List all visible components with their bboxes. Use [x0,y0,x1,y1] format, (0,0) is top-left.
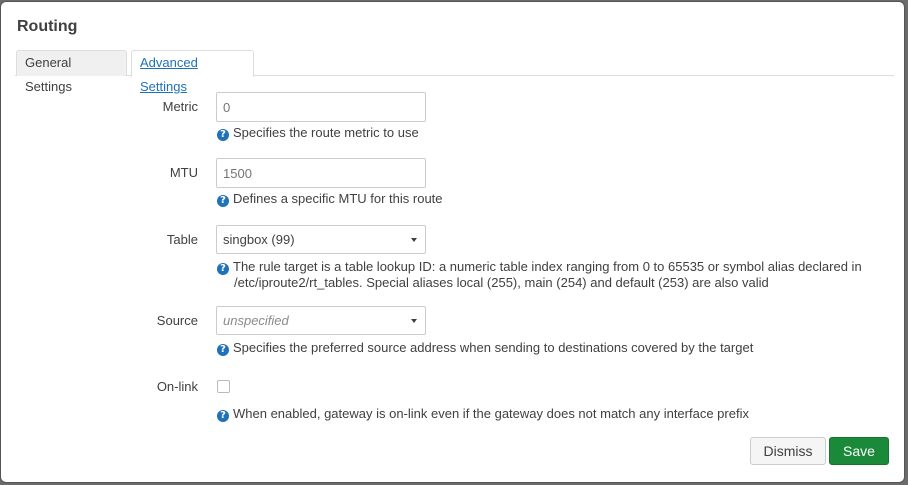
help-icon: ? [217,263,229,275]
mtu-help: ? Defines a specific MTU for this route [217,191,877,207]
mtu-input[interactable] [216,158,426,188]
metric-help: ? Specifies the route metric to use [217,125,877,141]
table-help: ? The rule target is a table lookup ID: a… [217,259,877,291]
metric-label: Metric [162,99,198,114]
table-select-value: singbox (99) [223,232,295,247]
tab-advanced-settings[interactable]: Advanced Settings [131,50,254,94]
tab-bar: General Settings Advanced Settings [15,50,894,94]
table-help-text-line1: The rule target is a table lookup ID: a … [233,259,862,274]
help-icon: ? [217,344,229,356]
source-select[interactable]: unspecified [216,306,426,335]
source-label: Source [156,313,198,328]
table-select[interactable]: singbox (99) [216,225,426,254]
onlink-help-text: When enabled, gateway is on-link even if… [233,406,749,421]
dialog-title: Routing [17,18,78,35]
help-icon: ? [217,195,229,207]
source-select-value: unspecified [223,313,289,328]
save-button[interactable]: Save [829,437,889,465]
source-help: ? Specifies the preferred source address … [217,340,877,356]
onlink-help: ? When enabled, gateway is on-link even i… [217,406,877,422]
tab-general-settings[interactable]: General Settings [16,50,127,94]
help-icon: ? [217,129,229,141]
routing-dialog: Routing General Settings Advanced Settin… [1,2,904,482]
mtu-help-text: Defines a specific MTU for this route [233,191,443,206]
onlink-label: On-link [156,379,198,394]
metric-help-text: Specifies the route metric to use [233,125,419,140]
source-help-text: Specifies the preferred source address w… [233,340,754,355]
table-help-text-line2: /etc/iproute2/rt_tables. Special aliases… [234,275,769,290]
chevron-down-icon [411,319,417,323]
chevron-down-icon [411,238,417,242]
metric-input[interactable] [216,92,426,122]
onlink-checkbox[interactable] [217,380,230,393]
help-icon: ? [217,410,229,422]
table-label: Table [166,232,198,247]
dismiss-button[interactable]: Dismiss [750,437,826,465]
mtu-label: MTU [169,165,198,180]
